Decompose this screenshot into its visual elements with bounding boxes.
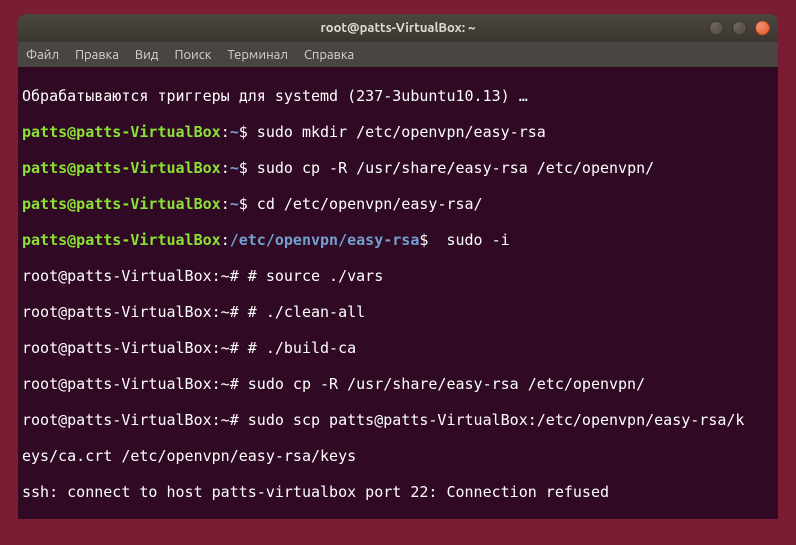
maximize-button[interactable] (732, 21, 747, 36)
prompt-path: ~ (230, 123, 239, 141)
prompt-user: patts@patts-VirtualBox (22, 231, 221, 249)
terminal-line: patts@patts-VirtualBox:~$ sudo mkdir /et… (22, 123, 774, 141)
terminal-line: root@patts-VirtualBox:~# sudo cp -R /usr… (22, 375, 774, 393)
terminal-line: root@patts-VirtualBox:~# # ./clean-all (22, 303, 774, 321)
terminal-line: root@patts-VirtualBox:~# sudo scp patts@… (22, 411, 774, 429)
close-button[interactable] (755, 21, 770, 36)
prompt-path: /etc/openvpn/easy-rsa (230, 231, 420, 249)
terminal-window: root@patts-VirtualBox: ~ Файл Правка Вид… (18, 14, 778, 519)
minimize-button[interactable] (709, 21, 724, 36)
command: sudo mkdir /etc/openvpn/easy-rsa (248, 123, 546, 141)
titlebar: root@patts-VirtualBox: ~ (18, 14, 778, 42)
menu-search[interactable]: Поиск (174, 48, 211, 62)
menubar: Файл Правка Вид Поиск Терминал Справка (18, 42, 778, 67)
menu-terminal[interactable]: Терминал (227, 48, 287, 62)
command: cd /etc/openvpn/easy-rsa/ (248, 195, 483, 213)
window-controls (709, 21, 770, 36)
menu-edit[interactable]: Правка (75, 48, 119, 62)
terminal-line: Обрабатываются триггеры для systemd (237… (22, 87, 774, 105)
prompt-path: ~ (230, 159, 239, 177)
command: sudo -i (428, 231, 509, 249)
terminal-line: ssh: connect to host patts-virtualbox po… (22, 483, 774, 501)
prompt-path: ~ (230, 195, 239, 213)
terminal-line: patts@patts-VirtualBox:~$ cd /etc/openvp… (22, 195, 774, 213)
terminal-line: patts@patts-VirtualBox:~$ sudo cp -R /us… (22, 159, 774, 177)
terminal-body[interactable]: Обрабатываются триггеры для systemd (237… (18, 67, 778, 519)
terminal-line: eys/ca.crt /etc/openvpn/easy-rsa/keys (22, 447, 774, 465)
prompt-user: patts@patts-VirtualBox (22, 195, 221, 213)
prompt-user: patts@patts-VirtualBox (22, 123, 221, 141)
menu-help[interactable]: Справка (304, 48, 354, 62)
terminal-line: root@patts-VirtualBox:~# # source ./vars (22, 267, 774, 285)
prompt-user: patts@patts-VirtualBox (22, 159, 221, 177)
menu-file[interactable]: Файл (26, 48, 59, 62)
window-title: root@patts-VirtualBox: ~ (18, 21, 778, 35)
command: sudo cp -R /usr/share/easy-rsa /etc/open… (248, 159, 654, 177)
terminal-line: root@patts-VirtualBox:~# # ./build-ca (22, 339, 774, 357)
menu-view[interactable]: Вид (135, 48, 159, 62)
terminal-line: patts@patts-VirtualBox:/etc/openvpn/easy… (22, 231, 774, 249)
